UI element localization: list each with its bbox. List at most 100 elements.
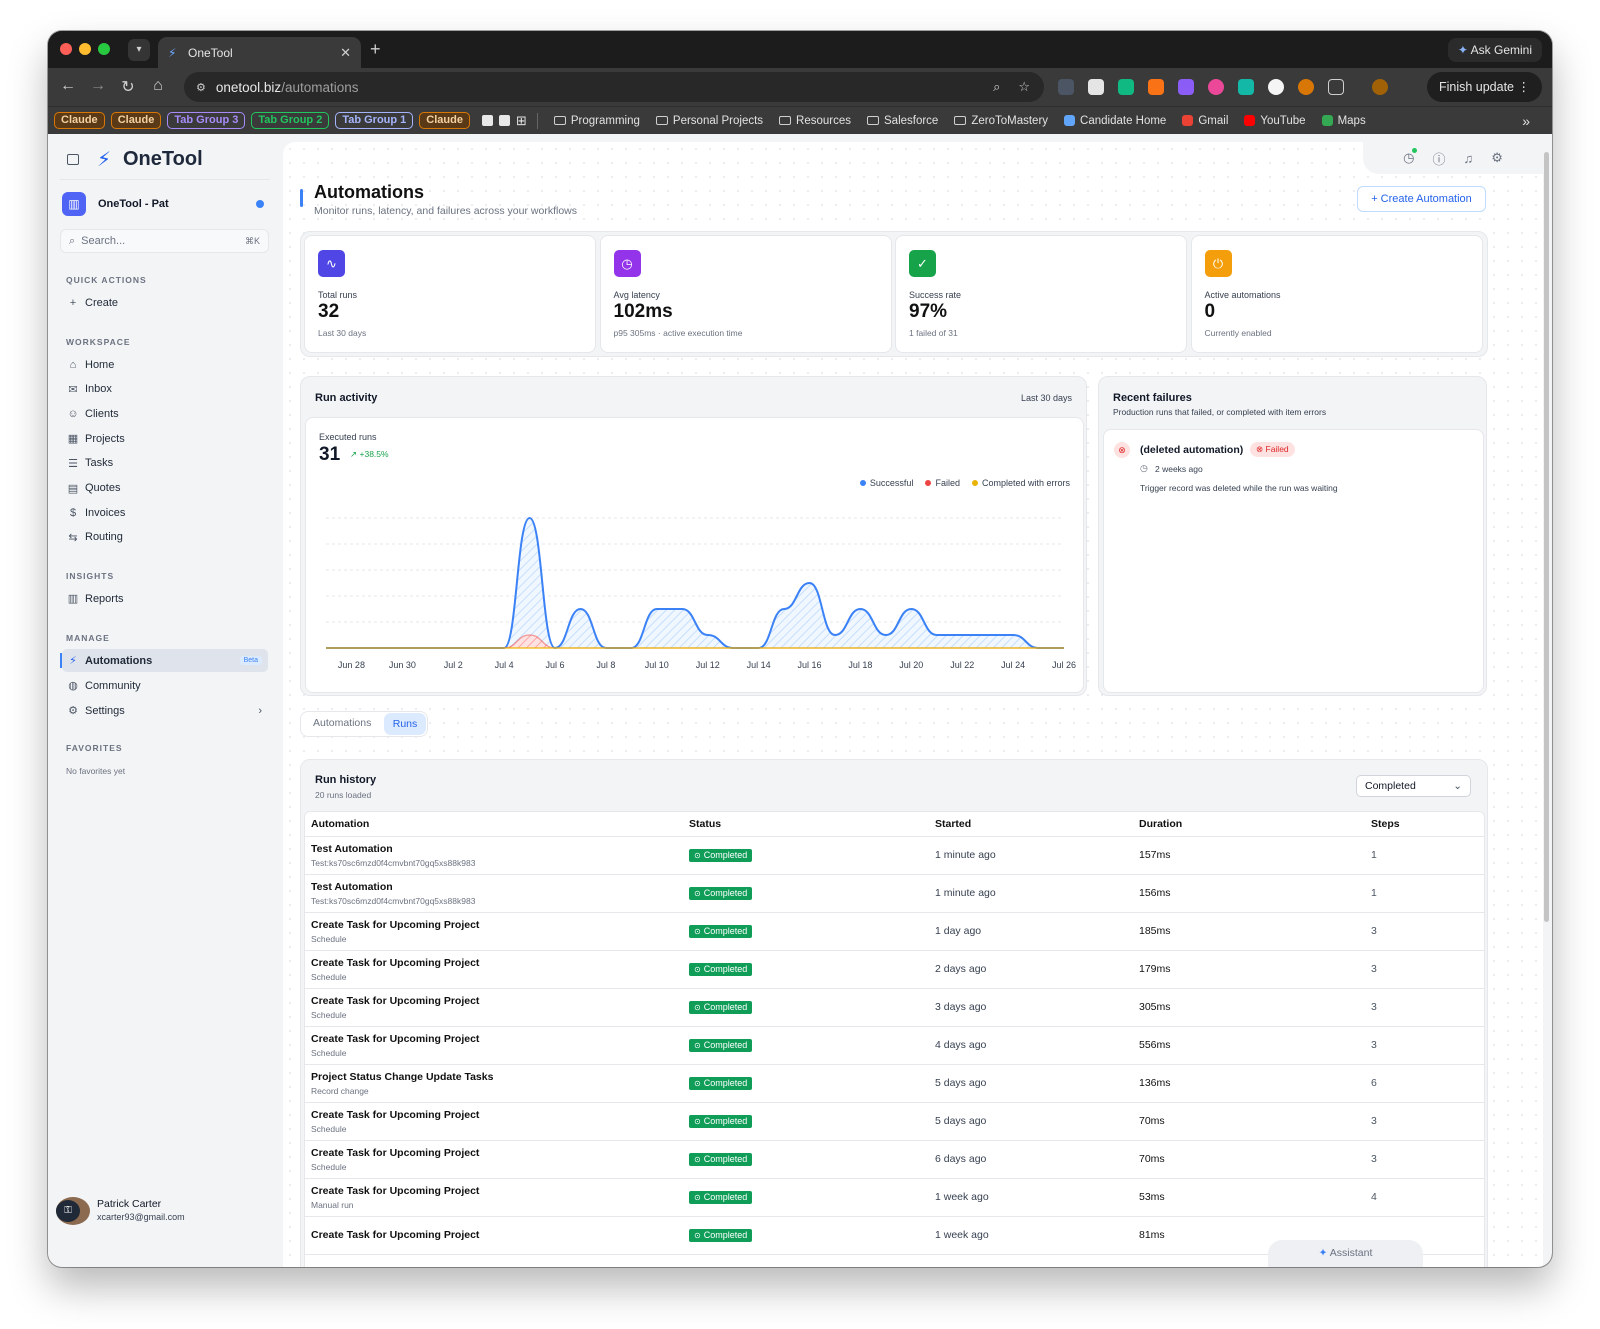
browser-tab[interactable]: ⚡ OneTool ✕	[158, 37, 361, 68]
table-row[interactable]: Project Status Change Update Tasks Record…	[305, 1064, 1484, 1103]
close-tab-icon[interactable]: ✕	[340, 45, 351, 61]
table-row[interactable]: Test Automation Test:ks70sc6mzd0f4cmvbnt7…	[305, 874, 1484, 913]
tab-search-button[interactable]: ▾	[128, 39, 150, 61]
sidebar-item-home[interactable]: ⌂ Home	[62, 353, 268, 376]
home-button[interactable]: ⌂	[148, 77, 168, 95]
user-menu-icon[interactable]: ⚿	[56, 1200, 80, 1222]
gear-icon[interactable]: ⚙	[1491, 150, 1503, 166]
table-row[interactable]: Create Task for Upcoming Project Schedule…	[305, 950, 1484, 989]
sidebar-item-tasks[interactable]: ☰ Tasks	[62, 452, 268, 475]
sidebar-item-clients[interactable]: ☺ Clients	[62, 402, 268, 425]
extension-claude-icon[interactable]	[1298, 79, 1314, 95]
tab-group-chip[interactable]: Claude	[54, 112, 105, 129]
saved-tab-icon[interactable]	[498, 115, 510, 126]
sidebar-item-settings[interactable]: ⚙ Settings ›	[62, 699, 268, 722]
site-info-icon[interactable]: ⚙	[196, 81, 206, 94]
bookmark-folder[interactable]: Personal Projects	[655, 115, 763, 127]
bell-icon[interactable]: ♫	[1463, 151, 1473, 166]
sidebar-item-quotes[interactable]: ▤ Quotes	[62, 477, 268, 500]
ask-gemini-button[interactable]: ✦ Ask Gemini	[1447, 38, 1542, 62]
automation-name[interactable]: Test Automation	[311, 843, 683, 855]
table-row[interactable]: Create Task for Upcoming Project Schedule…	[305, 912, 1484, 951]
bookmark-link[interactable]: Gmail	[1182, 115, 1228, 127]
extension-react-icon[interactable]	[1058, 79, 1074, 95]
maximize-window-button[interactable]	[98, 43, 110, 55]
extension-green-icon[interactable]	[1118, 79, 1134, 95]
automation-name[interactable]: Test Automation	[311, 881, 683, 893]
tab-group-chip[interactable]: Tab Group 2	[251, 112, 330, 129]
extension-purple-icon[interactable]	[1178, 79, 1194, 95]
automation-name[interactable]: Project Status Change Update Tasks	[311, 1071, 683, 1083]
automation-name[interactable]: Create Task for Upcoming Project	[311, 1147, 683, 1159]
sidebar-item-inbox[interactable]: ✉ Inbox	[62, 378, 268, 401]
automation-name[interactable]: Create Task for Upcoming Project	[311, 919, 683, 931]
minimize-window-button[interactable]	[79, 43, 91, 55]
automation-name[interactable]: Create Task for Upcoming Project	[311, 1109, 683, 1121]
tab-automations[interactable]: Automations	[313, 717, 371, 729]
close-window-button[interactable]	[60, 43, 72, 55]
automation-name[interactable]: Create Task for Upcoming Project	[311, 1033, 683, 1045]
check-status-icon[interactable]: ◷	[1403, 148, 1418, 166]
column-header[interactable]: Duration	[1133, 812, 1365, 837]
sidebar-item-reports[interactable]: ▥ Reports	[62, 587, 268, 610]
column-header[interactable]: Started	[929, 812, 1133, 837]
tab-group-chip[interactable]: Tab Group 3	[167, 112, 246, 129]
profile-avatar-icon[interactable]	[1372, 79, 1388, 95]
status-filter-select[interactable]: Completed ⌄	[1356, 775, 1471, 797]
bookmark-link[interactable]: YouTube	[1244, 115, 1306, 127]
column-header[interactable]: Steps	[1365, 812, 1484, 837]
tab-group-chip[interactable]: Claude	[419, 112, 470, 129]
table-row[interactable]: Create Task for Upcoming Project Schedule…	[305, 1140, 1484, 1179]
failure-item[interactable]: ⊗ (deleted automation) ⊗ Failed ◷ 2 week…	[1114, 442, 1474, 502]
column-header[interactable]: Status	[683, 812, 929, 837]
forward-button[interactable]: →	[88, 77, 108, 95]
bookmark-folder[interactable]: Programming	[553, 115, 640, 127]
create-button[interactable]: + Create	[62, 291, 268, 314]
extension-notion-icon[interactable]	[1088, 79, 1104, 95]
create-automation-button[interactable]: + Create Automation	[1357, 186, 1486, 212]
table-row[interactable]: Create Task for Upcoming Project Schedule…	[305, 1102, 1484, 1141]
bookmark-star-icon[interactable]: ☆	[1018, 79, 1030, 95]
bookmark-link[interactable]: Candidate Home	[1064, 115, 1166, 127]
saved-tab-icon[interactable]	[481, 115, 493, 126]
table-row[interactable]: Test Automation Test:ks70sc6mzd0f4cmvbnt7…	[305, 836, 1484, 875]
sidebar-item-automations[interactable]: ⚡ Automations Beta	[60, 649, 268, 672]
assistant-button[interactable]: ✦ Assistant	[1268, 1240, 1423, 1267]
table-row[interactable]: Create Task for Upcoming Project Manual r…	[305, 1178, 1484, 1217]
finish-update-button[interactable]: Finish update ⋮	[1426, 72, 1542, 102]
help-icon[interactable]: ⓘ	[1432, 149, 1445, 168]
tab-runs[interactable]: Runs	[384, 713, 426, 735]
bookmark-folder[interactable]: Resources	[779, 115, 851, 127]
address-bar[interactable]: ⚙ onetool.biz/automations ⌕ ☆	[184, 72, 1044, 102]
tab-group-chip[interactable]: Claude	[110, 112, 162, 129]
extension-teal-icon[interactable]	[1238, 79, 1254, 95]
table-row[interactable]: Create Task for Upcoming Project Schedule…	[305, 1026, 1484, 1065]
column-header[interactable]: Automation	[305, 812, 683, 837]
sidebar-toggle-icon[interactable]	[67, 154, 79, 165]
extensions-puzzle-icon[interactable]	[1328, 79, 1344, 95]
bookmark-folder[interactable]: Salesforce	[867, 115, 938, 127]
reload-button[interactable]: ↻	[118, 77, 138, 97]
automation-name[interactable]: Create Task for Upcoming Project	[311, 1185, 683, 1197]
workspace-switcher[interactable]: ▥ OneTool - Pat	[62, 189, 270, 219]
zoom-icon[interactable]: ⌕	[993, 79, 1000, 95]
extension-color-icon[interactable]	[1208, 79, 1224, 95]
sidebar-search[interactable]: ⌕ Search... ⌘K	[60, 229, 269, 253]
automation-name[interactable]: Create Task for Upcoming Project	[311, 957, 683, 969]
sidebar-item-routing[interactable]: ⇆ Routing	[62, 526, 268, 549]
sidebar-item-community[interactable]: ◍ Community	[62, 674, 268, 697]
bookmark-folder[interactable]: ZeroToMastery	[954, 115, 1048, 127]
extension-white-icon[interactable]	[1268, 79, 1284, 95]
back-button[interactable]: ←	[58, 77, 78, 95]
apps-grid-icon[interactable]: ⊞	[516, 113, 527, 129]
automation-name[interactable]: Create Task for Upcoming Project	[311, 1229, 683, 1241]
sidebar-item-invoices[interactable]: $ Invoices	[62, 501, 268, 524]
automation-name[interactable]: Create Task for Upcoming Project	[311, 995, 683, 1007]
sidebar-item-projects[interactable]: ▦ Projects	[62, 427, 268, 450]
extension-orange-icon[interactable]	[1148, 79, 1164, 95]
new-tab-button[interactable]: +	[370, 39, 381, 60]
user-profile[interactable]: ⚿ Patrick Carter xcarter93@gmail.com	[56, 1194, 276, 1228]
more-bookmarks-icon[interactable]: »	[1522, 113, 1530, 129]
table-row[interactable]: Create Task for Upcoming Project Schedule…	[305, 988, 1484, 1027]
bookmark-link[interactable]: Maps	[1321, 115, 1366, 127]
